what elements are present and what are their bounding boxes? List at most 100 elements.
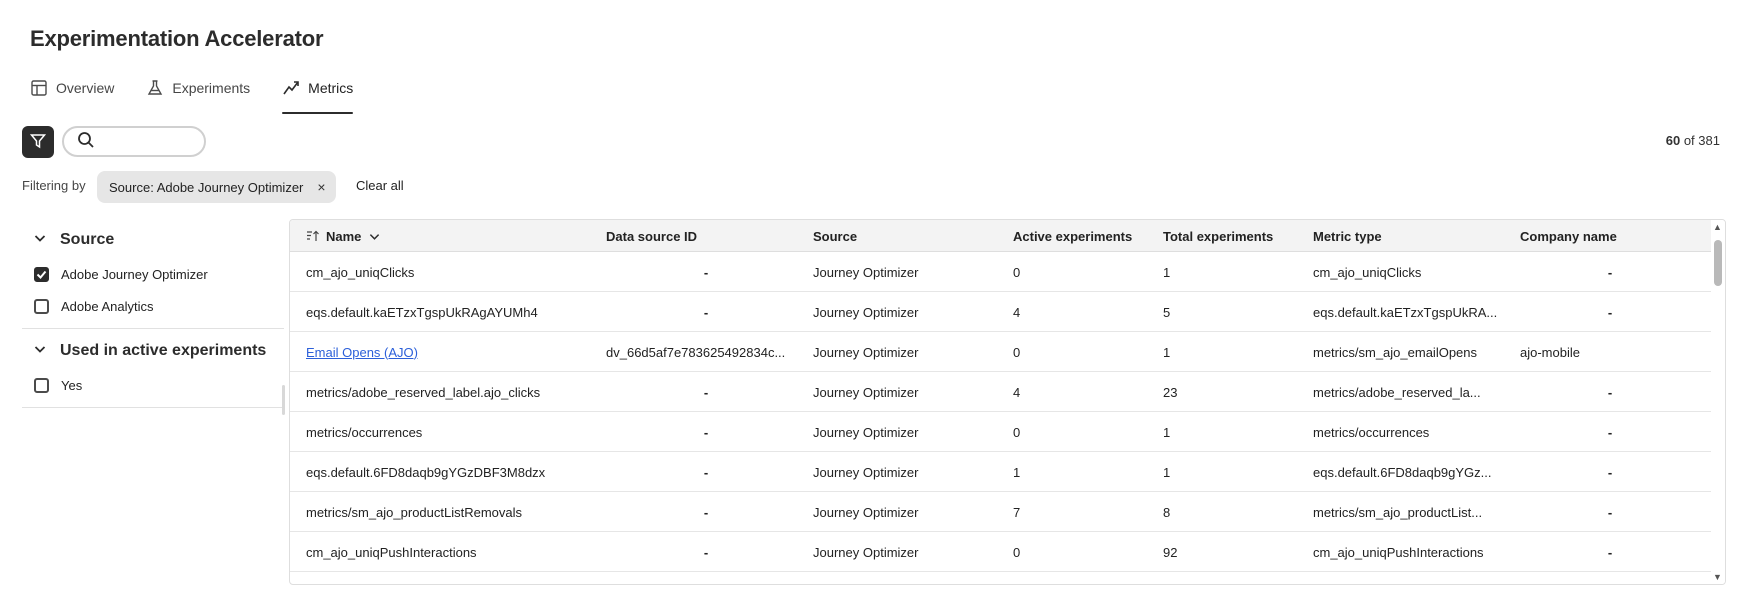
metric-link[interactable]: Email Opens (AJO)	[306, 345, 418, 360]
cell-active-experiments: 0	[1013, 424, 1021, 440]
filter-toggle-button[interactable]	[22, 126, 54, 158]
cell-data-source-id: -	[703, 304, 709, 320]
filtering-by-label: Filtering by	[22, 178, 86, 193]
filter-sidebar: Source Adobe Journey Optimizer Adobe Ana…	[22, 222, 284, 412]
facet-header-source[interactable]: Source	[22, 222, 284, 258]
metrics-table: Name Data source ID Source Active experi…	[289, 219, 1726, 585]
cell-name: cm_ajo_uniqPushInteractions	[306, 544, 477, 560]
search-icon	[77, 131, 95, 152]
cell-data-source-id: dv_66d5af7e783625492834c...	[606, 344, 786, 360]
filter-icon	[29, 133, 47, 152]
cell-active-experiments: 7	[1013, 504, 1021, 520]
cell-company-name: ajo-mobile	[1520, 344, 1580, 360]
filter-chip-label: Source: Adobe Journey Optimizer	[109, 179, 304, 195]
sort-icon	[306, 230, 320, 242]
tab-label: Overview	[56, 80, 115, 96]
column-header-metric-type[interactable]: Metric type	[1313, 220, 1382, 252]
divider	[22, 328, 284, 329]
cell-data-source-id: -	[703, 424, 709, 440]
cell-total-experiments: 92	[1163, 544, 1178, 560]
cell-name: eqs.default.6FD8daqb9gYGzDBF3M8dzx	[306, 464, 546, 480]
facet-option-label: Adobe Analytics	[61, 298, 154, 314]
cell-metric-type: eqs.default.kaETzxTgspUkRA...	[1313, 304, 1498, 320]
table-row[interactable]: metrics/occurrences - Journey Optimizer …	[290, 412, 1711, 452]
table-header: Name Data source ID Source Active experi…	[290, 220, 1711, 252]
cell-name: metrics/occurrences	[306, 424, 423, 440]
checkbox-icon[interactable]	[34, 377, 49, 393]
facet-option-label: Yes	[61, 377, 83, 393]
tab-label: Experiments	[172, 80, 251, 96]
column-header-source[interactable]: Source	[813, 220, 857, 252]
search-input[interactable]	[101, 133, 197, 150]
clear-all-button[interactable]: Clear all	[356, 178, 404, 193]
beaker-icon	[146, 80, 164, 100]
cell-name: eqs.default.kaETzxTgspUkRAgAYUMh4	[306, 304, 538, 320]
column-header-company-name[interactable]: Company name	[1520, 220, 1617, 252]
cell-total-experiments: 5	[1163, 304, 1171, 320]
cell-company-name: -	[1607, 264, 1613, 280]
cell-company-name: -	[1607, 424, 1613, 440]
table-row[interactable]: eqs.default.kaETzxTgspUkRAgAYUMh4 - Jour…	[290, 292, 1711, 332]
layout-icon	[30, 80, 48, 100]
checkbox-checked-icon[interactable]	[34, 266, 49, 282]
scroll-up-icon[interactable]: ▲	[1713, 222, 1722, 232]
cell-total-experiments: 1	[1163, 264, 1171, 280]
cell-total-experiments: 8	[1163, 504, 1171, 520]
column-header-total-experiments[interactable]: Total experiments	[1163, 220, 1273, 252]
cell-source: Journey Optimizer	[813, 464, 919, 480]
cell-metric-type: metrics/adobe_reserved_la...	[1313, 384, 1481, 400]
main-tabs: Overview Experiments Metrics	[30, 78, 385, 114]
cell-company-name: -	[1607, 504, 1613, 520]
cell-total-experiments: 23	[1163, 384, 1178, 400]
cell-name: Email Opens (AJO)	[306, 332, 596, 372]
cell-data-source-id: -	[703, 264, 709, 280]
table-row[interactable]: cm_ajo_uniqClicks - Journey Optimizer 0 …	[290, 252, 1711, 292]
table-row[interactable]: eqs.default.6FD8daqb9gYGzDBF3M8dzx - Jou…	[290, 452, 1711, 492]
page-title: Experimentation Accelerator	[30, 26, 324, 51]
facet-option-adobe-analytics[interactable]: Adobe Analytics	[22, 290, 284, 322]
table-row[interactable]: metrics/sm_ajo_productListRemovals - Jou…	[290, 492, 1711, 532]
checkbox-icon[interactable]	[34, 298, 49, 314]
cell-source: Journey Optimizer	[813, 304, 919, 320]
cell-total-experiments: 1	[1163, 464, 1171, 480]
cell-company-name: -	[1607, 304, 1613, 320]
table-scrollbar[interactable]: ▲ ▼	[1711, 220, 1725, 584]
cell-data-source-id: -	[703, 504, 709, 520]
column-header-data-source-id[interactable]: Data source ID	[606, 220, 697, 252]
tab-overview[interactable]: Overview	[30, 78, 114, 114]
tab-metrics[interactable]: Metrics	[282, 78, 354, 114]
count-total: 381	[1698, 133, 1720, 148]
close-icon[interactable]: ×	[317, 179, 325, 195]
cell-total-experiments: 1	[1163, 424, 1171, 440]
cell-company-name: -	[1607, 384, 1613, 400]
facet-option-adobe-journey-optimizer[interactable]: Adobe Journey Optimizer	[22, 258, 284, 290]
cell-data-source-id: -	[703, 384, 709, 400]
sidebar-scrollbar[interactable]	[282, 385, 285, 415]
tab-label: Metrics	[308, 80, 354, 96]
trend-icon	[282, 80, 300, 100]
filter-chip[interactable]: Source: Adobe Journey Optimizer ×	[97, 171, 336, 203]
cell-metric-type: cm_ajo_uniqClicks	[1313, 264, 1422, 280]
cell-active-experiments: 0	[1013, 544, 1021, 560]
scrollbar-thumb[interactable]	[1714, 240, 1722, 286]
column-header-active-experiments[interactable]: Active experiments	[1013, 220, 1132, 252]
cell-source: Journey Optimizer	[813, 264, 919, 280]
scroll-down-icon[interactable]: ▼	[1713, 572, 1722, 582]
search-field[interactable]	[62, 126, 206, 157]
table-row[interactable]: cm_ajo_uniqPushInteractions - Journey Op…	[290, 532, 1711, 572]
facet-header-used-in-active-experiments[interactable]: Used in active experiments	[22, 333, 284, 369]
chevron-down-icon	[34, 342, 46, 360]
cell-company-name: -	[1607, 544, 1613, 560]
divider	[22, 407, 284, 408]
facet-option-label: Adobe Journey Optimizer	[61, 266, 208, 282]
cell-source: Journey Optimizer	[813, 384, 919, 400]
facet-option-yes[interactable]: Yes	[22, 369, 284, 401]
column-header-name[interactable]: Name	[306, 220, 380, 252]
table-row[interactable]: Email Opens (AJO) dv_66d5af7e78362549283…	[290, 332, 1711, 372]
cell-active-experiments: 4	[1013, 384, 1021, 400]
table-row[interactable]: metrics/adobe_reserved_label.ajo_clicks …	[290, 372, 1711, 412]
column-header-label: Name	[326, 228, 362, 244]
tab-experiments[interactable]: Experiments	[146, 78, 250, 114]
cell-source: Journey Optimizer	[813, 344, 919, 360]
cell-metric-type: metrics/occurrences	[1313, 424, 1430, 440]
